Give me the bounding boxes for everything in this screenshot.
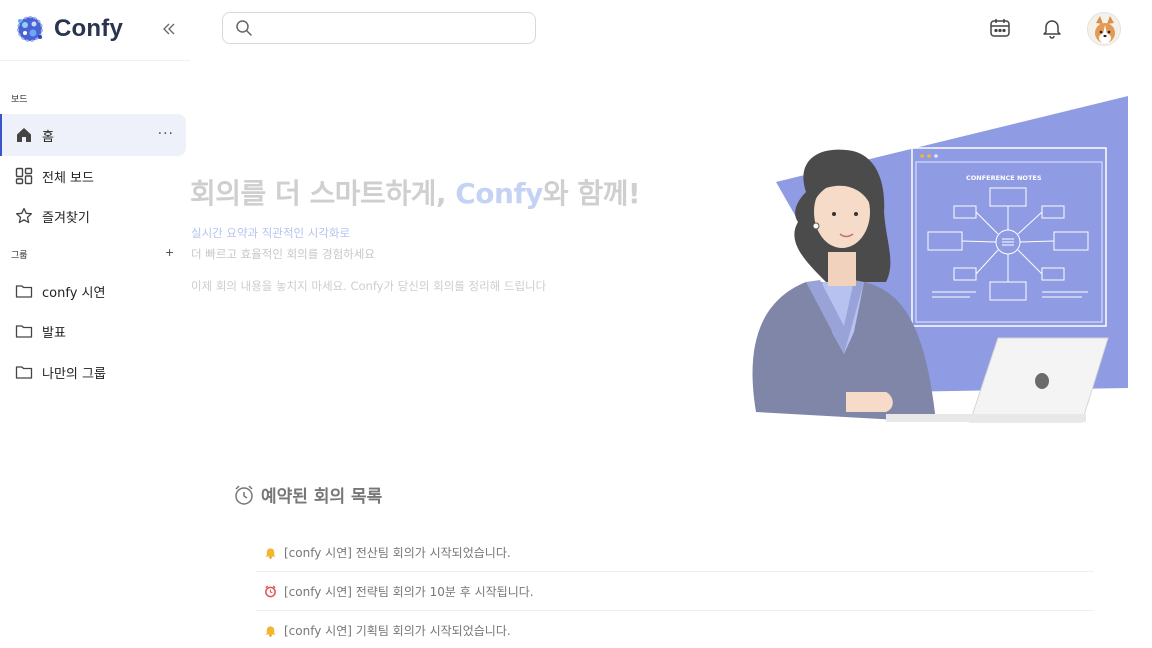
more-options-button[interactable]: ··· (158, 126, 174, 142)
sidebar-group-my-group[interactable]: 나만의 그룹 (4, 351, 186, 393)
user-avatar[interactable] (1087, 12, 1121, 46)
illustration-label: CONFERENCE NOTES (966, 174, 1042, 182)
confy-logo-icon (14, 13, 46, 45)
bell-icon (262, 623, 278, 639)
bell-outline-icon (1043, 20, 1061, 39)
notice-text: [confy 시연] 전산팀 회의가 시작되었습니다. (284, 545, 511, 560)
search-icon (236, 20, 252, 36)
corgi-avatar-icon (1088, 13, 1120, 45)
alarm-clock-outline-icon (235, 484, 253, 505)
sidebar-item-home[interactable]: 홈 ··· (0, 114, 186, 156)
alarm-clock-icon (262, 583, 278, 599)
notifications-button[interactable] (1039, 14, 1065, 42)
groups-section-label: 그룹 (11, 251, 28, 261)
app-name: Confy (54, 15, 123, 42)
scheduled-section-title: 예약된 회의 목록 (233, 482, 382, 507)
sidebar: Confy 보드 홈 ··· 전체 보드 즐겨찾기 그룹 + confy 시연 … (0, 0, 190, 648)
calendar-button[interactable] (987, 14, 1013, 42)
sidebar-item-label: 홈 (42, 129, 54, 145)
sidebar-item-label: 전체 보드 (42, 170, 94, 186)
folder-icon (14, 321, 34, 341)
folder-icon (14, 362, 34, 382)
boards-section-label: 보드 (11, 95, 28, 105)
notice-text: [confy 시연] 기획팀 회의가 시작되었습니다. (284, 624, 511, 638)
hero-subtitle: 실시간 요약과 직관적인 시각화로 (191, 226, 351, 240)
search-input[interactable] (261, 20, 521, 36)
folder-icon (14, 281, 34, 301)
calendar-icon (990, 19, 1010, 37)
list-item[interactable]: [confy 시연] 전산팀 회의가 시작되었습니다. (256, 533, 1094, 572)
search-bar[interactable] (222, 12, 536, 44)
bell-icon (262, 544, 278, 560)
scheduled-title-text: 예약된 회의 목록 (261, 487, 383, 507)
sidebar-item-label: 나만의 그룹 (42, 366, 106, 382)
list-item[interactable]: [confy 시연] 기획팀 회의가 시작되었습니다. (256, 611, 1094, 648)
sidebar-item-favorites[interactable]: 즐겨찾기 (4, 195, 186, 237)
double-chevron-left-icon (163, 23, 175, 35)
sidebar-divider (0, 60, 190, 61)
app-root: Confy 보드 홈 ··· 전체 보드 즐겨찾기 그룹 + confy 시연 … (0, 0, 1152, 648)
sidebar-group-presentation[interactable]: 발표 (4, 310, 186, 352)
add-group-button[interactable]: + (165, 246, 174, 259)
star-icon (14, 206, 34, 226)
hero-title-part: 와 함께! (542, 177, 641, 210)
sidebar-group-confy-demo[interactable]: confy 시연 (4, 270, 186, 312)
brand[interactable]: Confy (14, 12, 123, 46)
hero-description: 이제 회의 내용을 놓치지 마세요. Confy가 당신의 회의를 정리해 드립… (191, 279, 547, 293)
hero-title: 회의를 더 스마트하게, Confy와 함께! (190, 172, 641, 212)
grid-icon (14, 166, 34, 186)
hero-illustration: CONFERENCE NOTES (736, 92, 1132, 424)
hero-subtitle: 더 빠르고 효율적인 회의를 경험하세요 (191, 247, 375, 261)
notice-text: [confy 시연] 전략팀 회의가 10분 후 시작됩니다. (284, 584, 534, 599)
home-icon (14, 125, 34, 145)
collapse-sidebar-button[interactable] (158, 18, 180, 40)
sidebar-item-all-boards[interactable]: 전체 보드 (4, 155, 186, 197)
hero-title-part: 회의를 더 스마트하게, (190, 177, 456, 210)
hero-title-accent: Confy (455, 177, 543, 210)
sidebar-item-label: confy 시연 (42, 285, 106, 301)
sidebar-item-label: 즐겨찾기 (42, 210, 90, 226)
sidebar-item-label: 발표 (42, 325, 66, 341)
list-item[interactable]: [confy 시연] 전략팀 회의가 10분 후 시작됩니다. (256, 572, 1094, 611)
